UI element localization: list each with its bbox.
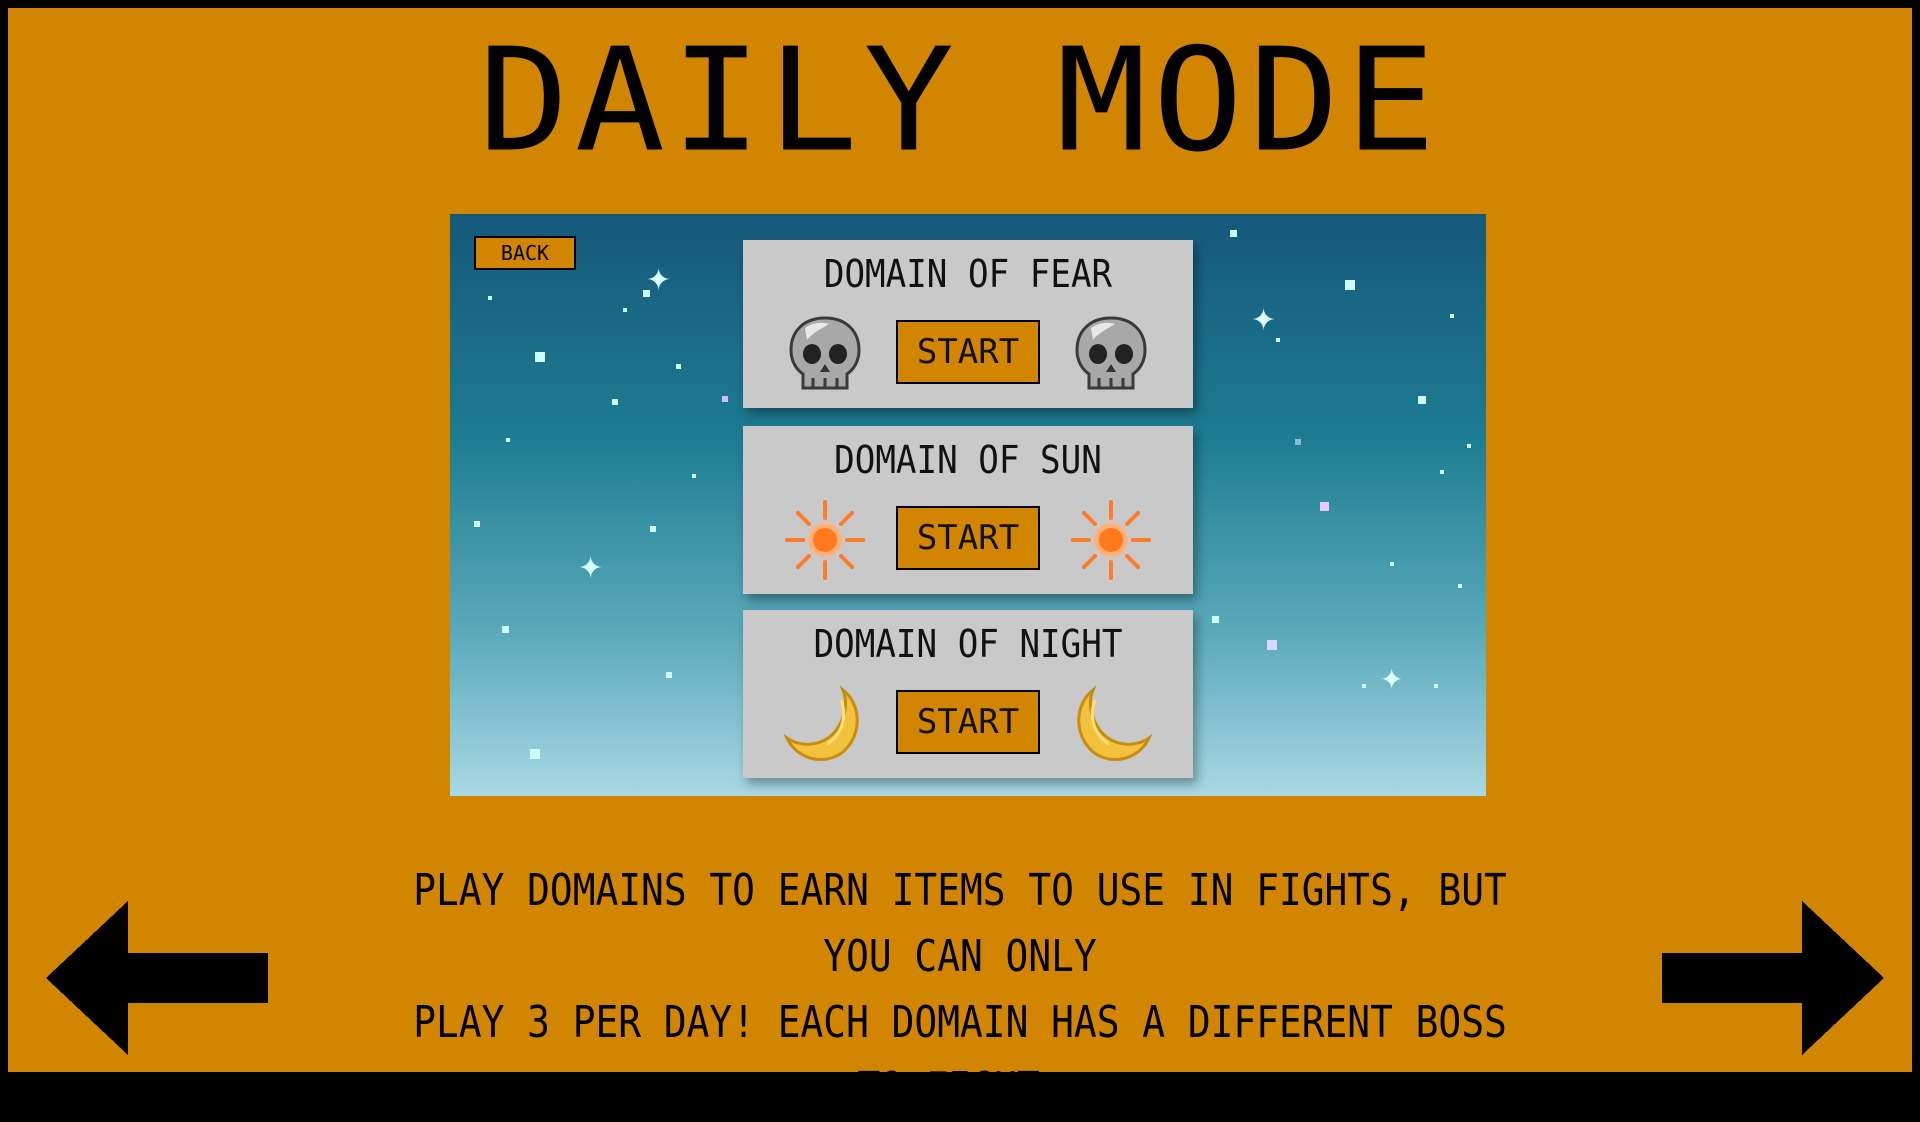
star	[1212, 616, 1219, 623]
star	[530, 749, 540, 759]
star	[1230, 230, 1237, 237]
star	[506, 438, 510, 442]
domain-card-night: DOMAIN OF NIGHT START	[743, 610, 1193, 778]
skull-icon	[1075, 316, 1147, 390]
page-title: DAILY MODE	[478, 18, 1442, 184]
sun-icon	[785, 500, 865, 580]
star	[623, 308, 627, 312]
daily-mode-screenshot: ✦ ✦ ✦ ✦ BACK DOMAIN OF FEAR START DOMAIN…	[450, 214, 1486, 796]
start-sun-button[interactable]: START	[896, 506, 1040, 570]
star	[1320, 502, 1329, 511]
left-arrow-icon[interactable]	[46, 901, 268, 1055]
sun-icon	[1071, 500, 1151, 580]
star	[488, 296, 492, 300]
game-frame: DAILY MODE ✦ ✦ ✦ ✦ BACK DOMAIN OF FEAR S…	[0, 0, 1920, 1114]
start-fear-button[interactable]: START	[896, 320, 1040, 384]
star	[722, 396, 728, 402]
star	[666, 672, 672, 678]
star	[1450, 314, 1454, 318]
domain-name: DOMAIN OF FEAR	[823, 252, 1113, 296]
crescent-moon-icon	[783, 685, 859, 761]
star	[612, 399, 618, 405]
twinkle-star: ✦	[1251, 303, 1277, 338]
star	[474, 521, 480, 527]
description-line-2: PLAY 3 PER DAY! EACH DOMAIN HAS A DIFFER…	[413, 997, 1507, 1114]
domain-card-fear: DOMAIN OF FEAR START	[743, 240, 1193, 408]
star	[1276, 338, 1280, 342]
star	[1390, 562, 1394, 566]
star	[1345, 280, 1355, 290]
star	[502, 626, 509, 633]
twinkle-star: ✦	[646, 263, 672, 298]
back-button[interactable]: BACK	[474, 236, 576, 270]
crescent-moon-icon	[1077, 685, 1153, 761]
star	[1467, 444, 1471, 448]
star	[1458, 584, 1462, 588]
twinkle-star: ✦	[1380, 663, 1404, 696]
right-arrow-icon[interactable]	[1662, 901, 1884, 1055]
domain-name: DOMAIN OF NIGHT	[813, 622, 1123, 666]
domain-name: DOMAIN OF SUN	[834, 438, 1102, 482]
star	[1434, 684, 1438, 688]
star	[1362, 684, 1366, 688]
star	[650, 526, 656, 532]
start-night-button[interactable]: START	[896, 690, 1040, 754]
star	[1295, 439, 1301, 445]
skull-icon	[789, 316, 861, 390]
domain-card-sun: DOMAIN OF SUN START	[743, 426, 1193, 594]
star	[1418, 396, 1426, 404]
twinkle-star: ✦	[578, 551, 604, 586]
star	[535, 352, 545, 362]
star	[676, 364, 681, 369]
description-line-1: PLAY DOMAINS TO EARN ITEMS TO USE IN FIG…	[413, 865, 1507, 982]
description-text: PLAY DOMAINS TO EARN ITEMS TO USE IN FIG…	[399, 858, 1520, 1122]
star	[1267, 640, 1277, 650]
star	[1440, 470, 1444, 474]
star	[692, 474, 696, 478]
